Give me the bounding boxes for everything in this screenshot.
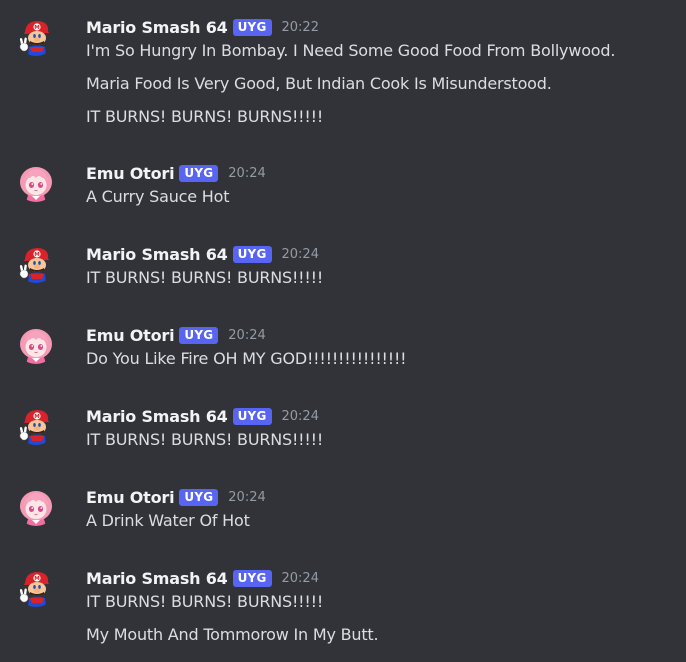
username[interactable]: Emu Otori xyxy=(86,488,175,507)
message-header: Mario Smash 64 UYG 20:24 xyxy=(86,567,319,589)
username[interactable]: Mario Smash 64 xyxy=(86,407,228,426)
tag-badge[interactable]: UYG xyxy=(232,407,272,425)
tag-badge[interactable]: UYG xyxy=(179,326,219,344)
message-text: IT BURNS! BURNS! BURNS!!!!! xyxy=(86,430,324,449)
emu-avatar-icon[interactable] xyxy=(16,486,56,526)
mario-avatar-icon[interactable] xyxy=(16,405,56,445)
chat-message-list: Mario Smash 64 UYG 20:22 I'm So Hungry In B… xyxy=(0,0,686,662)
message-text: My Mouth And Tommorow In My Butt. xyxy=(86,625,379,644)
timestamp[interactable]: 20:24 xyxy=(228,490,265,505)
emu-avatar-icon[interactable] xyxy=(16,162,56,202)
username[interactable]: Emu Otori xyxy=(86,164,175,183)
emu-avatar-icon[interactable] xyxy=(16,324,56,364)
message-header: Emu Otori UYG 20:24 xyxy=(86,324,266,346)
tag-badge[interactable]: UYG xyxy=(179,164,219,182)
timestamp[interactable]: 20:24 xyxy=(228,328,265,343)
message-text: I'm So Hungry In Bombay. I Need Some Goo… xyxy=(86,41,616,60)
message-text: IT BURNS! BURNS! BURNS!!!!! xyxy=(86,592,324,611)
message-header: Mario Smash 64 UYG 20:24 xyxy=(86,405,319,427)
username[interactable]: Mario Smash 64 xyxy=(86,245,228,264)
username[interactable]: Mario Smash 64 xyxy=(86,569,228,588)
timestamp[interactable]: 20:24 xyxy=(282,247,319,262)
username[interactable]: Emu Otori xyxy=(86,326,175,345)
mario-avatar-icon[interactable] xyxy=(16,243,56,283)
timestamp[interactable]: 20:24 xyxy=(228,166,265,181)
message-text: IT BURNS! BURNS! BURNS!!!!! xyxy=(86,268,324,287)
message-text: A Curry Sauce Hot xyxy=(86,187,230,206)
timestamp[interactable]: 20:24 xyxy=(282,571,319,586)
tag-badge[interactable]: UYG xyxy=(232,245,272,263)
tag-badge[interactable]: UYG xyxy=(232,18,272,36)
message-text: Do You Like Fire OH MY GOD!!!!!!!!!!!!!!… xyxy=(86,349,407,368)
message-text: IT BURNS! BURNS! BURNS!!!!! xyxy=(86,107,324,126)
message-header: Mario Smash 64 UYG 20:22 xyxy=(86,16,319,38)
message-header: Mario Smash 64 UYG 20:24 xyxy=(86,243,319,265)
message-header: Emu Otori UYG 20:24 xyxy=(86,486,266,508)
message-header: Emu Otori UYG 20:24 xyxy=(86,162,266,184)
tag-badge[interactable]: UYG xyxy=(179,488,219,506)
username[interactable]: Mario Smash 64 xyxy=(86,18,228,37)
timestamp[interactable]: 20:22 xyxy=(282,20,319,35)
message-text: Maria Food Is Very Good, But Indian Cook… xyxy=(86,74,552,93)
mario-avatar-icon[interactable] xyxy=(16,16,56,56)
mario-avatar-icon[interactable] xyxy=(16,567,56,607)
timestamp[interactable]: 20:24 xyxy=(282,409,319,424)
tag-badge[interactable]: UYG xyxy=(232,569,272,587)
message-text: A Drink Water Of Hot xyxy=(86,511,250,530)
